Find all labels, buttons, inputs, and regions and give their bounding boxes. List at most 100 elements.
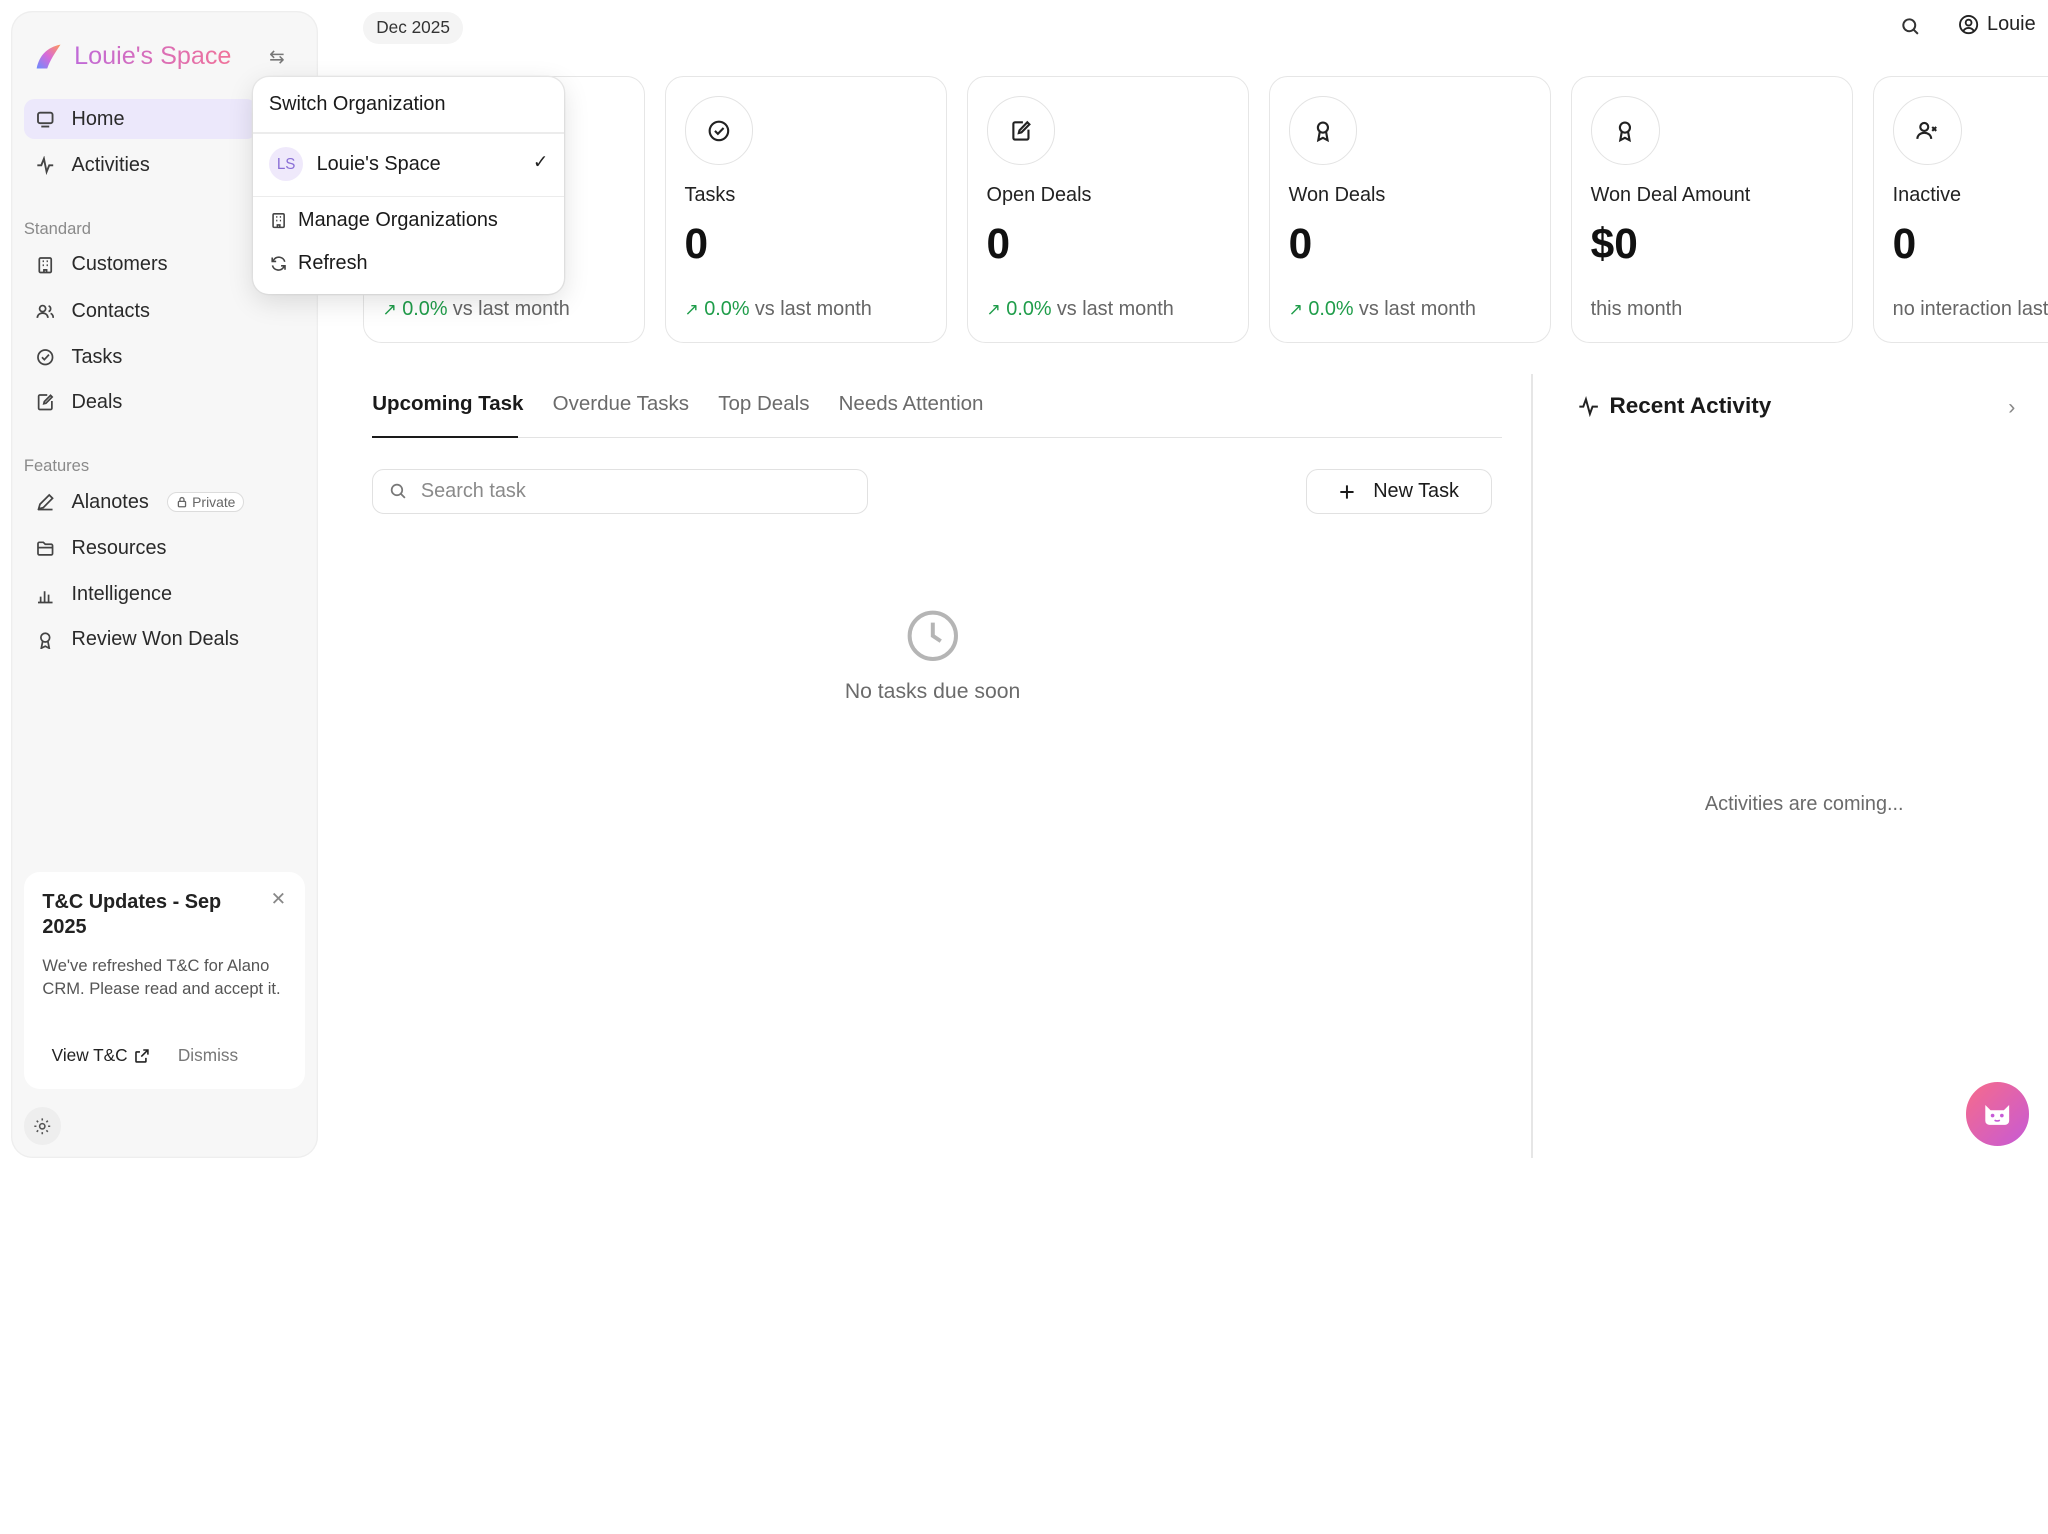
- sidebar-item-intelligence[interactable]: Intelligence: [24, 575, 305, 615]
- tnc-title: T&C Updates - Sep 2025: [42, 891, 222, 939]
- sidebar-item-label: Customers: [71, 253, 168, 276]
- card-label: Open Deals: [986, 183, 1092, 206]
- sidebar-item-label: Alanotes: [71, 490, 149, 513]
- gear-icon: [34, 1118, 51, 1134]
- award-icon: [34, 629, 55, 650]
- lock-icon: [178, 496, 187, 508]
- card-label: Won Deal Amount: [1590, 183, 1751, 206]
- close-icon[interactable]: ✕: [271, 888, 287, 910]
- sidebar-item-review-won-deals[interactable]: Review Won Deals: [24, 620, 305, 660]
- card-label: Tasks: [684, 183, 736, 206]
- card-trend: this month: [1591, 298, 1683, 321]
- trend-up-icon: ↗: [1288, 298, 1304, 319]
- award-icon: [1590, 96, 1660, 166]
- date-filter-chip[interactable]: Dec 2025: [362, 11, 464, 44]
- sidebar-item-label: Tasks: [71, 346, 123, 369]
- view-tnc-link[interactable]: View T&C: [42, 1041, 159, 1070]
- building-icon: [34, 254, 55, 275]
- dropdown-divider: [253, 132, 565, 134]
- chevron-right-icon[interactable]: ›: [2008, 396, 2015, 420]
- card-trend-text: vs last month: [1056, 297, 1174, 320]
- card-trend-pct: 0.0%: [704, 297, 750, 320]
- switch-organization-menu: Switch Organization LS Louie's Space ✓ M…: [253, 76, 565, 295]
- activity-icon: [34, 155, 55, 176]
- users-icon: [34, 301, 55, 322]
- cat-face-icon: [1985, 1104, 2010, 1125]
- stat-card-open-deals[interactable]: Open Deals 0 ↗ 0.0% vs last month: [967, 75, 1250, 344]
- search-icon: [390, 483, 406, 499]
- sidebar-item-label: Intelligence: [71, 583, 172, 606]
- card-value: 0: [986, 219, 1011, 267]
- edit-document-icon: [986, 96, 1056, 166]
- recent-activity-header: Recent Activity: [1578, 393, 1771, 419]
- tnc-body: We've refreshed T&C for Alano CRM. Pleas…: [42, 955, 281, 998]
- manage-organizations-label: Manage Organizations: [298, 209, 498, 232]
- tab-top-deals[interactable]: Top Deals: [718, 392, 809, 416]
- sidebar-item-contacts[interactable]: Contacts: [24, 291, 305, 331]
- refresh-item[interactable]: Refresh: [269, 252, 368, 275]
- edit-document-icon: [34, 392, 55, 413]
- card-trend-pct: 0.0%: [402, 297, 448, 320]
- user-circle-icon: [1958, 15, 1979, 35]
- building-icon: [269, 212, 288, 231]
- sidebar-item-home[interactable]: Home: [23, 99, 257, 140]
- new-task-label: New Task: [1373, 479, 1459, 502]
- card-trend: ↗ 0.0% vs last month: [382, 298, 569, 321]
- sidebar-item-alanotes[interactable]: Alanotes Private: [24, 482, 305, 522]
- settings-button[interactable]: [23, 1107, 61, 1145]
- card-value: 0: [1892, 219, 1917, 267]
- check-circle-icon: [34, 347, 55, 368]
- tabs-divider: [372, 437, 1503, 439]
- stat-card-tasks[interactable]: Tasks 0 ↗ 0.0% vs last month: [664, 75, 948, 344]
- stat-card-won-deals[interactable]: Won Deals 0 ↗ 0.0% vs last month: [1269, 75, 1552, 344]
- sidebar-item-label: Review Won Deals: [71, 628, 239, 651]
- activity-icon: [1579, 395, 1598, 417]
- search-task-field[interactable]: [372, 468, 868, 514]
- card-value: 0: [1288, 219, 1313, 267]
- card-trend-text: vs last month: [754, 297, 872, 320]
- search-icon[interactable]: [1900, 16, 1924, 40]
- trend-up-icon: ↗: [986, 298, 1001, 319]
- search-task-input[interactable]: [420, 479, 819, 503]
- sidebar-item-tasks[interactable]: Tasks: [24, 338, 305, 378]
- tab-upcoming-task[interactable]: Upcoming Task: [372, 392, 523, 416]
- sidebar-item-deals[interactable]: Deals: [24, 383, 305, 423]
- user-menu[interactable]: Louie: [1958, 13, 2036, 36]
- refresh-label: Refresh: [298, 251, 368, 274]
- section-label-features: Features: [23, 455, 90, 475]
- sidebar-item-resources[interactable]: Resources: [24, 529, 305, 569]
- card-trend-text: no interaction last: [1892, 297, 2048, 320]
- card-trend-text: vs last month: [1358, 297, 1476, 320]
- card-label: Won Deals: [1288, 183, 1386, 206]
- sidebar-item-label: Contacts: [71, 299, 150, 322]
- sidebar-item-label: Home: [71, 107, 125, 130]
- switch-org-icon[interactable]: ⇆: [265, 45, 289, 69]
- card-trend: ↗ 0.0% vs last month: [1289, 298, 1476, 321]
- panel-divider: [1531, 373, 1533, 1158]
- clock-icon: [907, 610, 958, 662]
- stat-card-won-deal-amount[interactable]: Won Deal Amount $0 this month: [1571, 75, 1854, 344]
- monitor-icon: [34, 109, 55, 130]
- checkmark-icon: ✓: [532, 151, 549, 172]
- stat-card-inactive[interactable]: Inactive 0 no interaction last: [1873, 75, 2048, 344]
- bar-chart-icon: [34, 584, 55, 605]
- empty-tasks-message: No tasks due soon: [844, 679, 1021, 703]
- tab-overdue-tasks[interactable]: Overdue Tasks: [553, 392, 689, 416]
- brand-logo-icon: [37, 45, 61, 69]
- user-name: Louie: [1987, 13, 2036, 36]
- chat-assistant-button[interactable]: [1965, 1082, 2030, 1146]
- card-value: 0: [684, 219, 709, 267]
- tab-needs-attention[interactable]: Needs Attention: [839, 392, 984, 416]
- card-trend-text: vs last month: [452, 297, 570, 320]
- new-task-button[interactable]: New Task: [1306, 468, 1492, 514]
- org-avatar: LS: [268, 147, 304, 182]
- section-label-standard: Standard: [23, 218, 92, 238]
- brand[interactable]: Louie's Space: [34, 42, 231, 71]
- org-option-louies-space[interactable]: LS Louie's Space ✓: [268, 146, 549, 183]
- private-badge-label: Private: [192, 494, 236, 511]
- dismiss-button[interactable]: Dismiss: [178, 1045, 238, 1066]
- sidebar-item-label: Deals: [71, 391, 123, 414]
- manage-organizations-item[interactable]: Manage Organizations: [269, 209, 498, 232]
- sidebar-item-label: Activities: [71, 154, 150, 177]
- pen-icon: [34, 491, 55, 512]
